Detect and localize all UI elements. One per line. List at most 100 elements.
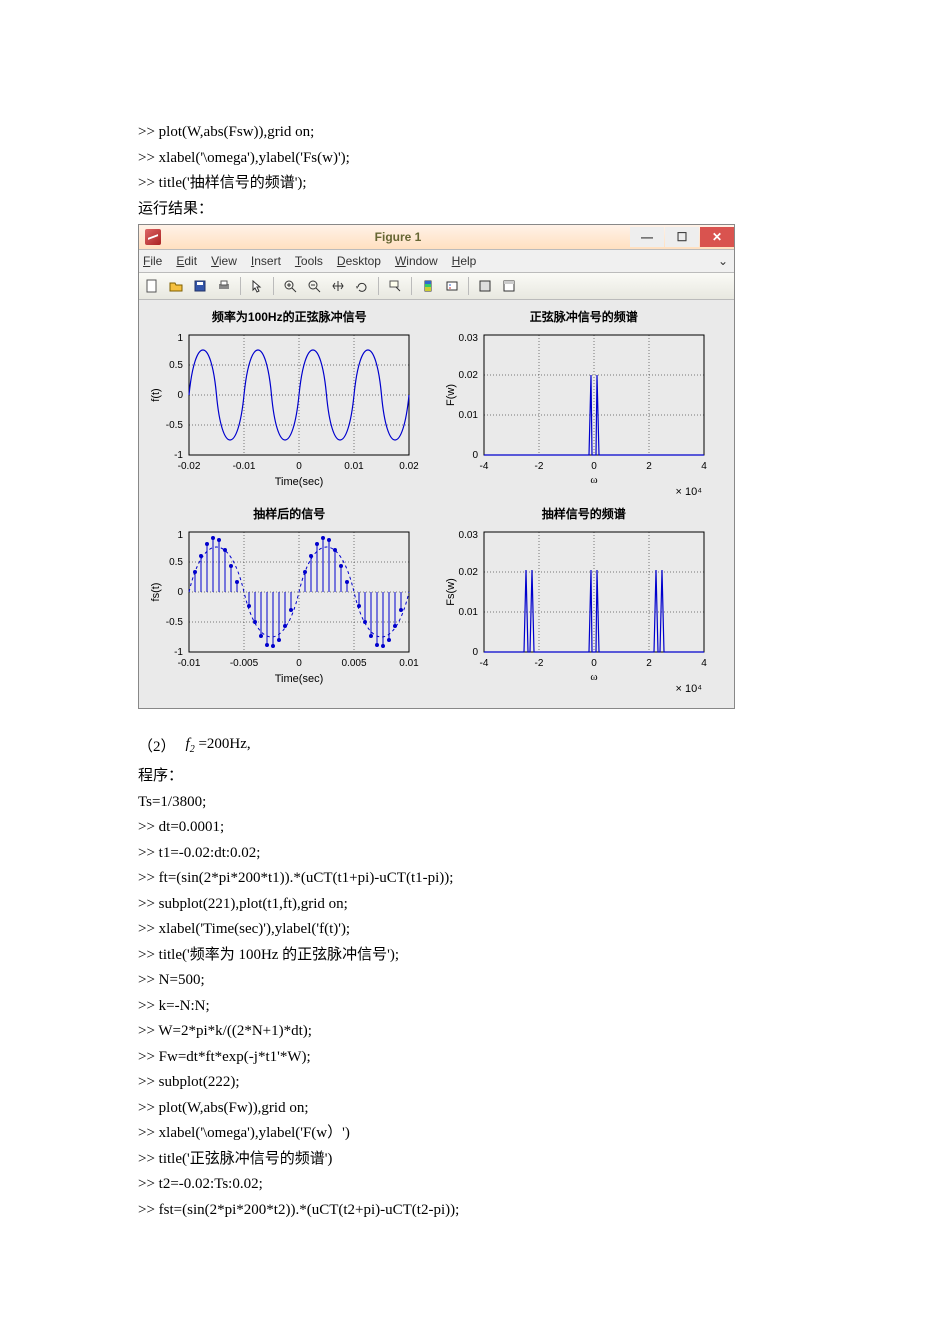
code-line: >> title('频率为 100Hz 的正弦脉冲信号'); [138, 943, 812, 969]
code-line: >> xlabel('\omega'),ylabel('Fs(w)'); [138, 146, 812, 172]
svg-text:0.01: 0.01 [458, 607, 478, 618]
menu-view[interactable]: View [211, 254, 237, 268]
svg-text:0.5: 0.5 [169, 557, 183, 568]
svg-text:-4: -4 [479, 461, 488, 472]
code-line: Ts=1/3800; [138, 790, 812, 816]
formula: f2 =200Hz, [186, 736, 251, 755]
menu-help[interactable]: Help [452, 254, 477, 268]
code-line: >> ft=(sin(2*pi*200*t1)).*(uCT(t1+pi)-uC… [138, 866, 812, 892]
subplot-top-left: 频率为100Hz的正弦脉冲信号 -0.02 -0.01 [145, 308, 434, 497]
code-line: >> plot(W,abs(Fw)),grid on; [138, 1096, 812, 1122]
svg-text:-2: -2 [534, 658, 543, 669]
code-line: >> xlabel('Time(sec)'),ylabel('f(t)'); [138, 917, 812, 943]
svg-text:× 10⁴: × 10⁴ [675, 683, 702, 694]
svg-text:fs(t): fs(t) [150, 583, 162, 602]
svg-text:f(t): f(t) [150, 388, 162, 401]
svg-text:1: 1 [177, 530, 183, 541]
code-line: >> title('正弦脉冲信号的频谱') [138, 1147, 812, 1173]
svg-text:Time(sec): Time(sec) [275, 673, 323, 685]
subplot-title: 频率为100Hz的正弦脉冲信号 [145, 308, 434, 325]
zoom-out-icon[interactable] [303, 275, 325, 297]
svg-text:2: 2 [646, 461, 652, 472]
code-line: >> N=500; [138, 968, 812, 994]
svg-text:0.03: 0.03 [458, 530, 478, 541]
hide-tools-icon[interactable] [474, 275, 496, 297]
maximize-button[interactable]: ☐ [665, 227, 699, 247]
zoom-in-icon[interactable] [279, 275, 301, 297]
svg-text:-2: -2 [534, 461, 543, 472]
menu-overflow-icon[interactable]: ⌄ [718, 254, 728, 268]
svg-text:0: 0 [177, 587, 183, 598]
pan-icon[interactable] [327, 275, 349, 297]
plot-area: 频率为100Hz的正弦脉冲信号 -0.02 -0.01 [139, 300, 734, 708]
svg-text:-0.01: -0.01 [233, 461, 256, 472]
menu-window[interactable]: Window [395, 254, 438, 268]
svg-text:4: 4 [701, 658, 707, 669]
menu-tools[interactable]: Tools [295, 254, 323, 268]
toolbar-separator [468, 277, 469, 295]
save-icon[interactable] [189, 275, 211, 297]
svg-text:-4: -4 [479, 658, 488, 669]
svg-text:-0.02: -0.02 [178, 461, 201, 472]
svg-text:-0.005: -0.005 [230, 658, 259, 669]
svg-text:0: 0 [177, 390, 183, 401]
formula-row: （2） f2 =200Hz, [138, 735, 812, 756]
svg-text:0.01: 0.01 [399, 658, 419, 669]
close-button[interactable]: ✕ [700, 227, 734, 247]
svg-text:Time(sec): Time(sec) [275, 476, 323, 488]
svg-text:0.02: 0.02 [399, 461, 419, 472]
menu-file[interactable]: File [143, 254, 162, 268]
toolbar-separator [411, 277, 412, 295]
pointer-icon[interactable] [246, 275, 268, 297]
subplot-title: 抽样信号的频谱 [440, 505, 729, 522]
code-line: >> k=-N:N; [138, 994, 812, 1020]
toolbar-separator [378, 277, 379, 295]
svg-text:0: 0 [472, 647, 478, 658]
toolbar-separator [273, 277, 274, 295]
svg-text:-0.5: -0.5 [166, 420, 184, 431]
code-line: >> Fw=dt*ft*exp(-j*t1'*W); [138, 1045, 812, 1071]
code-line: >> t2=-0.02:Ts:0.02; [138, 1172, 812, 1198]
svg-text:0.02: 0.02 [458, 567, 478, 578]
legend-icon[interactable] [441, 275, 463, 297]
open-icon[interactable] [165, 275, 187, 297]
svg-text:0: 0 [296, 461, 302, 472]
datacursor-icon[interactable] [384, 275, 406, 297]
colorbar-icon[interactable] [417, 275, 439, 297]
menu-insert[interactable]: Insert [251, 254, 281, 268]
print-icon[interactable] [213, 275, 235, 297]
subplot-bottom-right: 抽样信号的频谱 -4 -2 0 [440, 505, 729, 694]
code-line: >> plot(W,abs(Fsw)),grid on; [138, 120, 812, 146]
formula-index: （2） [138, 735, 176, 756]
menubar: File Edit View Insert Tools Desktop Wind… [139, 250, 734, 273]
code-line: >> subplot(221),plot(t1,ft),grid on; [138, 892, 812, 918]
toolbar [139, 273, 734, 300]
titlebar: Figure 1 — ☐ ✕ [139, 225, 734, 250]
svg-text:ω: ω [590, 474, 597, 486]
minimize-button[interactable]: — [630, 227, 664, 247]
svg-text:-0.01: -0.01 [178, 658, 201, 669]
code-line: >> xlabel('\omega'),ylabel('F(w）') [138, 1121, 812, 1147]
window-title: Figure 1 [167, 230, 629, 244]
menu-desktop[interactable]: Desktop [337, 254, 381, 268]
svg-text:0: 0 [472, 450, 478, 461]
svg-text:× 10⁴: × 10⁴ [675, 486, 702, 497]
svg-text:Fs(w): Fs(w) [445, 578, 457, 606]
subplot-top-right: 正弦脉冲信号的频谱 -4 -2 0 [440, 308, 729, 497]
code-line: >> t1=-0.02:dt:0.02; [138, 841, 812, 867]
code-line: >> title('抽样信号的频谱'); [138, 171, 812, 197]
svg-text:-1: -1 [174, 647, 183, 658]
rotate-icon[interactable] [351, 275, 373, 297]
svg-text:F(w): F(w) [445, 384, 457, 406]
code-line: >> dt=0.0001; [138, 815, 812, 841]
svg-text:2: 2 [646, 658, 652, 669]
subplot-bottom-left: 抽样后的信号 [145, 505, 434, 694]
code-line: >> W=2*pi*k/((2*N+1)*dt); [138, 1019, 812, 1045]
show-tools-icon[interactable] [498, 275, 520, 297]
svg-text:-0.5: -0.5 [166, 617, 184, 628]
subplot-title: 正弦脉冲信号的频谱 [440, 308, 729, 325]
new-icon[interactable] [141, 275, 163, 297]
program-label: 程序： [138, 764, 812, 790]
menu-edit[interactable]: Edit [176, 254, 197, 268]
svg-text:4: 4 [701, 461, 707, 472]
